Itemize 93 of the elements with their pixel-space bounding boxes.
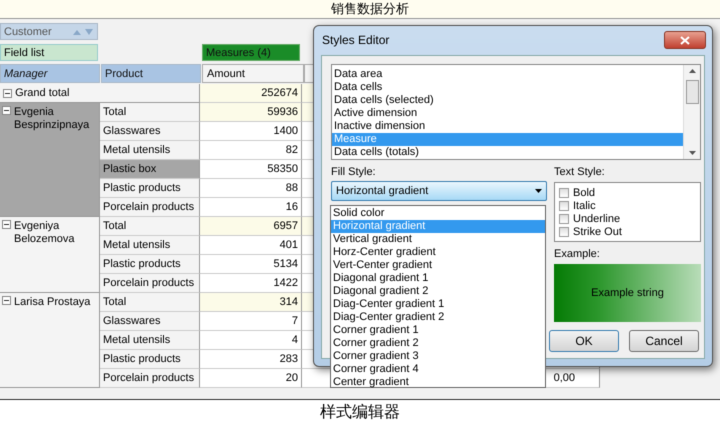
grand-total-cell: Grand total <box>0 84 200 103</box>
checkbox-label: Underline <box>573 212 620 224</box>
figure-caption: 样式编辑器 <box>320 402 400 422</box>
style-list-item[interactable]: Data cells (selected) <box>332 94 683 107</box>
customer-field-button[interactable]: Customer <box>0 23 98 40</box>
manager-name: Larisa Prostaya <box>14 296 90 309</box>
product-cell[interactable]: Metal utensils <box>100 236 200 255</box>
product-cell[interactable]: Plastic box <box>100 160 200 179</box>
checkbox-label: Strike Out <box>573 226 622 238</box>
dropdown-option[interactable]: Vertical gradient <box>331 233 545 246</box>
value-cell: 401 <box>200 236 302 255</box>
product-cell[interactable]: Plastic products <box>100 350 200 369</box>
ok-button[interactable]: OK <box>549 330 619 352</box>
manager-name: Evgeniya Belozemova <box>14 220 76 246</box>
dropdown-option[interactable]: Corner gradient 3 <box>331 350 545 363</box>
sort-arrows-icon <box>73 28 93 34</box>
manager-cell[interactable]: Evgenia Besprinzipnaya <box>0 103 100 217</box>
collapse-icon[interactable] <box>2 106 11 115</box>
scroll-down-icon[interactable] <box>688 151 696 155</box>
row-field-button[interactable]: Manager <box>0 64 100 83</box>
collapse-icon[interactable] <box>2 296 11 305</box>
example-label: Example: <box>554 248 600 260</box>
fill-style-label: Fill Style: <box>331 166 376 178</box>
scroll-up-icon[interactable] <box>688 69 696 73</box>
checkbox-label: Italic <box>573 200 596 212</box>
value-cell: 20 <box>200 369 302 388</box>
value-cell: 58350 <box>200 160 302 179</box>
close-icon <box>680 36 690 44</box>
checkbox[interactable] <box>559 188 569 198</box>
value-cell: 1422 <box>200 274 302 293</box>
dropdown-option[interactable]: Diag-Center gradient 1 <box>331 298 545 311</box>
manager-name: Evgenia Besprinzipnaya <box>14 106 90 132</box>
dropdown-option[interactable]: Diagonal gradient 2 <box>331 285 545 298</box>
dropdown-option[interactable]: Vert-Center gradient <box>331 259 545 272</box>
fill-style-dropdown[interactable]: Horizontal gradient <box>331 181 547 201</box>
row-field-button[interactable]: Product <box>101 64 201 83</box>
value-cell: 59936 <box>200 103 302 122</box>
dropdown-option[interactable]: Diag-Center gradient 2 <box>331 311 545 324</box>
value-cell: 4 <box>200 331 302 350</box>
value-cell: 252674 <box>200 84 302 103</box>
product-cell[interactable]: Glasswares <box>100 122 200 141</box>
value-cell: 1400 <box>200 122 302 141</box>
value-cell: 5134 <box>200 255 302 274</box>
text-style-label: Text Style: <box>554 166 605 178</box>
scrollbar-thumb[interactable] <box>686 80 698 104</box>
value-cell: 6957 <box>200 217 302 236</box>
checkbox[interactable] <box>559 226 569 236</box>
style-list[interactable]: Data area Data cells Data cells (selected) Active dimension Inactive dimension Measure Data cells (totals) <box>331 64 701 160</box>
dropdown-option[interactable]: Horz-Center gradient <box>331 246 545 259</box>
product-cell[interactable]: Glasswares <box>100 312 200 331</box>
value-cell: 283 <box>200 350 302 369</box>
style-list-item[interactable]: Data cells (totals) <box>332 146 683 159</box>
product-cell[interactable]: Porcelain products <box>100 274 200 293</box>
field-list-button[interactable]: Field list <box>0 44 98 61</box>
product-cell[interactable]: Metal utensils <box>100 141 200 160</box>
checkbox[interactable] <box>559 214 569 224</box>
value-cell: 314 <box>200 293 302 312</box>
value-cell: 82 <box>200 141 302 160</box>
style-list-item[interactable]: Inactive dimension <box>332 120 683 133</box>
collapse-icon[interactable] <box>3 88 12 98</box>
column-header[interactable]: Amount <box>202 64 304 83</box>
collapse-icon[interactable] <box>2 220 11 229</box>
dialog-title: Styles Editor <box>322 33 390 47</box>
dropdown-option[interactable]: Corner gradient 2 <box>331 337 545 350</box>
product-cell[interactable]: Porcelain products <box>100 369 200 388</box>
value-cell: 7 <box>200 312 302 331</box>
style-list-item[interactable]: Active dimension <box>332 107 683 120</box>
dropdown-option[interactable]: Diagonal gradient 1 <box>331 272 545 285</box>
style-list-item[interactable]: Data area <box>332 68 683 81</box>
product-cell[interactable]: Total <box>100 103 200 122</box>
measures-button[interactable]: Measures (4) <box>202 44 300 61</box>
product-cell[interactable]: Plastic products <box>100 179 200 198</box>
product-cell[interactable]: Plastic products <box>100 255 200 274</box>
page-title: 销售数据分析 <box>330 0 409 18</box>
close-button[interactable] <box>664 31 706 49</box>
product-cell[interactable]: Porcelain products <box>100 198 200 217</box>
cancel-button[interactable]: Cancel <box>629 330 699 352</box>
manager-cell[interactable]: Larisa Prostaya <box>0 293 100 388</box>
value-cell: 16 <box>200 198 302 217</box>
product-cell[interactable]: Metal utensils <box>100 331 200 350</box>
dropdown-option[interactable]: Solid color <box>331 207 545 220</box>
example-text: Example string <box>591 287 664 299</box>
dropdown-option[interactable]: Center gradient <box>331 376 545 389</box>
caret-icon <box>535 189 542 193</box>
manager-cell[interactable]: Evgeniya Belozemova <box>0 217 100 293</box>
scrollbar[interactable] <box>683 65 700 159</box>
product-cell[interactable]: Total <box>100 293 200 312</box>
dropdown-option[interactable]: Corner gradient 1 <box>331 324 545 337</box>
style-list-item[interactable]: Data cells <box>332 81 683 94</box>
checkbox-label: Bold <box>573 186 596 198</box>
value-cell: 88 <box>200 179 302 198</box>
product-cell[interactable]: Total <box>100 217 200 236</box>
checkbox[interactable] <box>559 200 569 210</box>
